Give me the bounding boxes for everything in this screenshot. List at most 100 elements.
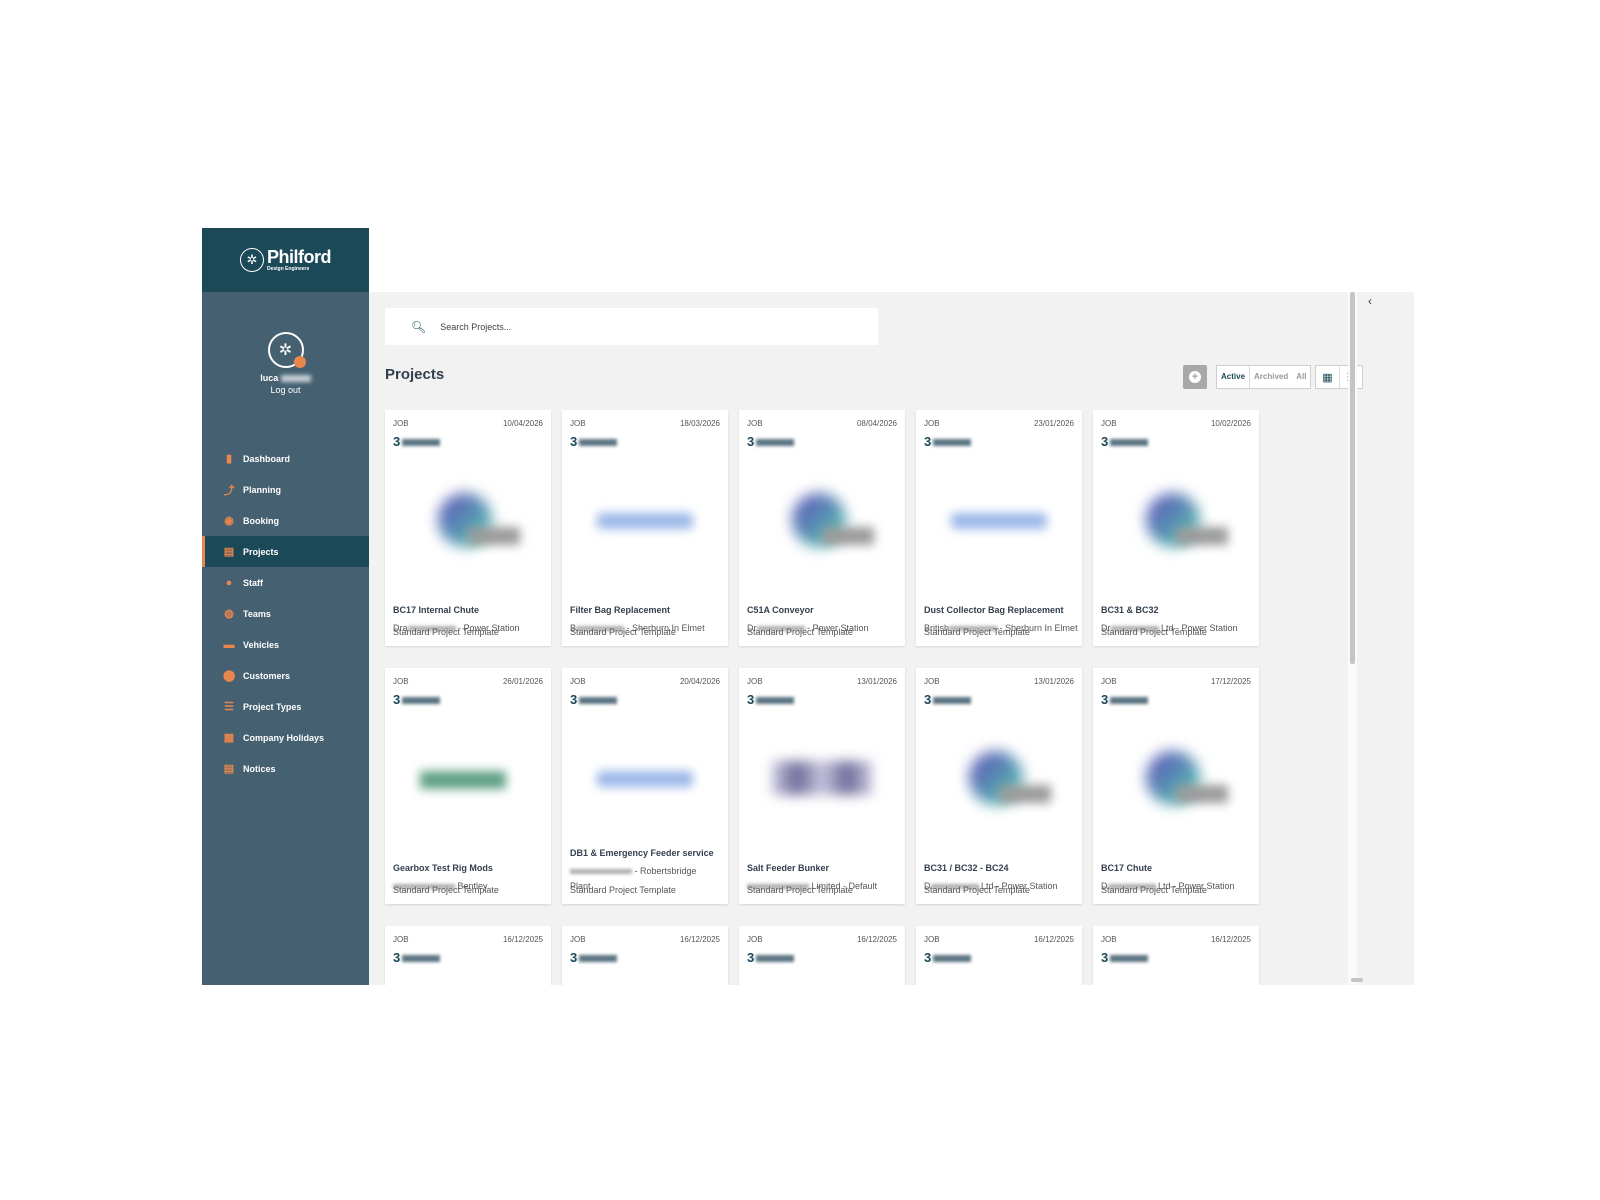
- project-card[interactable]: JOB 20/04/2026 3 DB1 & Emergency Feeder ser…: [562, 668, 728, 904]
- sidebar-item-dashboard[interactable]: ▮ Dashboard: [202, 443, 369, 474]
- project-card[interactable]: JOB 17/12/2025 3 BC17 Chute D Ltd - Power St…: [1093, 668, 1259, 904]
- filter-all[interactable]: All: [1292, 366, 1310, 388]
- app-window: ✲ Philford Design Engineers ✲ luca Log o…: [202, 228, 1414, 985]
- sidebar-item-label: Booking: [243, 515, 279, 526]
- project-card[interactable]: JOB 08/04/2026 3 C51A Conveyor Dr - Power St…: [739, 410, 905, 646]
- sidebar: ✲ Philford Design Engineers ✲ luca Log o…: [202, 228, 369, 985]
- horizontal-scrollbar[interactable]: [1351, 978, 1363, 982]
- project-template: Standard Project Template: [924, 885, 1030, 895]
- project-title: BC17 Chute: [1101, 863, 1153, 873]
- customer-logo: [385, 462, 551, 582]
- person-icon: ●: [225, 576, 233, 589]
- sidebar-item-booking[interactable]: ◉ Booking: [202, 505, 369, 536]
- customer-logo: [1093, 462, 1259, 582]
- sidebar-item-customers[interactable]: ⬤ Customers: [202, 660, 369, 691]
- filter-archived[interactable]: Archived: [1250, 366, 1292, 388]
- job-number: 3: [570, 692, 618, 707]
- project-template: Standard Project Template: [570, 627, 676, 637]
- customer-logo: [916, 462, 1082, 582]
- job-date: 10/04/2026: [502, 419, 543, 428]
- collapse-panel-icon[interactable]: ‹: [1362, 294, 1378, 310]
- main-content: 🔍︎ Projects + ActiveArchivedAll ▦ ☰ JOB1…: [369, 292, 1414, 985]
- job-number: 3: [570, 950, 618, 965]
- job-date: 16/12/2025: [1033, 935, 1074, 944]
- project-card[interactable]: JOB 13/01/2026 3 BC31 / BC32 - BC24 D Ltd - …: [916, 668, 1082, 904]
- customer-logo: [739, 720, 905, 840]
- sidebar-item-label: Company Holidays: [243, 732, 325, 743]
- job-number: 3: [393, 692, 441, 707]
- grid-view-icon[interactable]: ▦: [1316, 366, 1339, 388]
- brand-logo[interactable]: ✲ Philford Design Engineers: [202, 228, 369, 292]
- project-card[interactable]: JOB 26/01/2026 3 Gearbox Test Rig Mods Bent…: [385, 668, 551, 904]
- status-dot-icon: [293, 356, 306, 368]
- project-card[interactable]: JOB 16/12/2025 3: [916, 926, 1082, 985]
- job-date: 16/12/2025: [856, 935, 897, 944]
- sidebar-item-label: Projects: [243, 546, 279, 557]
- sidebar-item-label: Dashboard: [243, 453, 291, 464]
- sidebar-item-vehicles[interactable]: ▬ Vehicles: [202, 629, 369, 660]
- job-number: 3: [1101, 692, 1149, 707]
- project-card[interactable]: JOB 16/12/2025 3: [1093, 926, 1259, 985]
- filter-active[interactable]: Active: [1217, 366, 1251, 388]
- calendar-icon: ▦: [223, 732, 235, 744]
- sidebar-item-label: Customers: [243, 670, 291, 681]
- job-date: 13/01/2026: [1033, 677, 1074, 686]
- list-icon: ☰: [224, 701, 234, 713]
- sidebar-item-planning[interactable]: ⤴ Planning: [202, 474, 369, 505]
- plus-icon: +: [1189, 371, 1201, 383]
- job-date: 16/12/2025: [679, 935, 720, 944]
- project-title: DB1 & Emergency Feeder service: [570, 848, 714, 858]
- job-date: 13/01/2026: [856, 677, 897, 686]
- logout-link[interactable]: Log out: [202, 385, 369, 395]
- avatar[interactable]: ✲: [267, 332, 306, 368]
- search-icon: 🔍︎: [411, 319, 427, 334]
- search-input[interactable]: [440, 321, 861, 332]
- job-date: 23/01/2026: [1033, 419, 1074, 428]
- project-card[interactable]: JOB 18/03/2026 3 Filter Bag Replacement B - …: [562, 410, 728, 646]
- sidebar-item-projects[interactable]: ▤ Projects: [202, 536, 369, 567]
- project-template: Standard Project Template: [1101, 627, 1207, 637]
- page-title: Projects: [385, 366, 445, 383]
- job-date: 08/04/2026: [856, 419, 897, 428]
- project-template: Standard Project Template: [747, 885, 853, 895]
- sidebar-item-notices[interactable]: ▤ Notices: [202, 753, 369, 784]
- people-icon: ◍: [224, 608, 234, 620]
- job-number: 3: [747, 692, 795, 707]
- project-title: BC31 / BC32 - BC24: [924, 863, 1009, 873]
- project-template: Standard Project Template: [924, 627, 1030, 637]
- customer-logo: [739, 462, 905, 582]
- project-title: Salt Feeder Bunker: [747, 863, 830, 873]
- brand-name: Philford: [267, 247, 332, 267]
- project-card[interactable]: JOB 10/02/2026 3 BC31 & BC32 Dr Ltd - Power …: [1093, 410, 1259, 646]
- job-number: 3: [747, 434, 795, 449]
- project-title: BC17 Internal Chute: [393, 605, 480, 615]
- customer-logo: [385, 720, 551, 840]
- notice-icon: ▤: [223, 763, 235, 775]
- user-profile: ✲ luca Log out: [202, 332, 369, 395]
- project-template: Standard Project Template: [393, 885, 499, 895]
- job-date: 16/12/2025: [502, 935, 543, 944]
- job-number: 3: [924, 950, 972, 965]
- sidebar-item-staff[interactable]: ● Staff: [202, 567, 369, 598]
- sidebar-item-teams[interactable]: ◍ Teams: [202, 598, 369, 629]
- project-template: Standard Project Template: [747, 627, 853, 637]
- sidebar-item-project-types[interactable]: ☰ Project Types: [202, 691, 369, 722]
- job-date: 20/04/2026: [679, 677, 720, 686]
- job-number: 3: [393, 434, 441, 449]
- project-card[interactable]: JOB 23/01/2026 3 Dust Collector Bag Replace…: [916, 410, 1082, 646]
- customer-logo: [562, 720, 728, 840]
- project-card[interactable]: JOB 10/04/2026 3 BC17 Internal Chute Dra - P…: [385, 410, 551, 646]
- project-card[interactable]: JOB 13/01/2026 3 Salt Feeder Bunker Limited…: [739, 668, 905, 904]
- project-title: Gearbox Test Rig Mods: [393, 863, 493, 873]
- project-card[interactable]: JOB 16/12/2025 3: [385, 926, 551, 985]
- customer-logo: [562, 462, 728, 582]
- project-card[interactable]: JOB 16/12/2025 3: [739, 926, 905, 985]
- add-project-button[interactable]: +: [1183, 365, 1207, 389]
- vertical-scrollbar[interactable]: [1350, 292, 1355, 664]
- user-name: luca: [202, 373, 369, 383]
- sidebar-item-label: Notices: [243, 763, 276, 774]
- customer-logo: [916, 720, 1082, 840]
- sidebar-item-company-holidays[interactable]: ▦ Company Holidays: [202, 722, 369, 753]
- project-card[interactable]: JOB 16/12/2025 3: [562, 926, 728, 985]
- sidebar-item-label: Project Types: [243, 701, 302, 712]
